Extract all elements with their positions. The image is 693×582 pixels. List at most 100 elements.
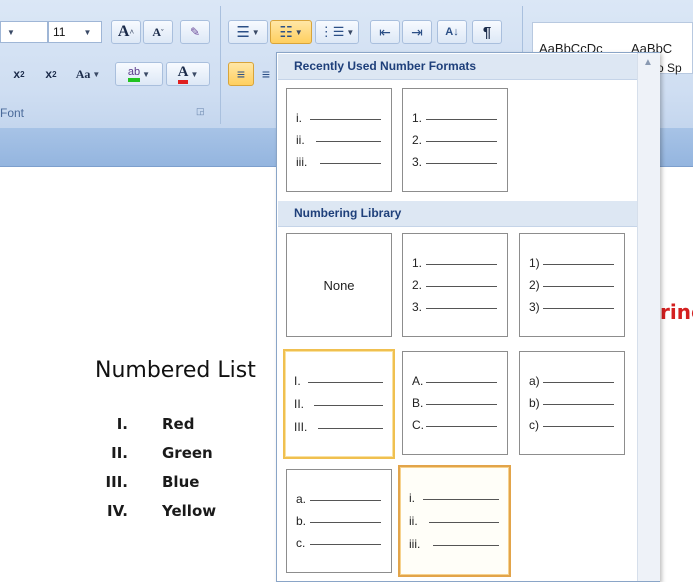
format-marker: B. — [412, 396, 424, 410]
format-preview-line: c. — [296, 536, 381, 552]
format-marker: 2. — [412, 278, 423, 292]
decrease-indent-button[interactable]: ⇤ — [370, 20, 400, 44]
format-marker: 1. — [412, 256, 423, 270]
partial-red-heading: ring — [660, 300, 693, 324]
format-rule — [308, 382, 383, 383]
shrink-font-button[interactable]: Aˇ — [143, 20, 173, 44]
format-marker: 2. — [412, 133, 423, 147]
format-rule — [426, 163, 497, 164]
format-rule — [543, 382, 614, 383]
number-format-tile-alpha-lower-paren[interactable]: a) b) c) — [519, 351, 625, 455]
format-preview-line: A. — [412, 374, 497, 390]
text-highlight-button[interactable]: ab ▼ — [115, 62, 163, 86]
format-preview-line: 1. — [412, 111, 497, 127]
decrease-indent-icon: ⇤ — [379, 23, 391, 40]
format-marker: c) — [529, 418, 539, 432]
format-marker: 1. — [412, 111, 423, 125]
format-preview-line: i. — [296, 111, 381, 127]
dropdown-scrollbar[interactable]: ▲ — [637, 53, 660, 581]
format-rule — [543, 264, 614, 265]
bullets-button[interactable]: ☰ ▼ — [228, 20, 268, 44]
format-preview-line: iii. — [409, 537, 499, 553]
align-left-icon: ≡ — [236, 66, 246, 82]
format-marker: c. — [296, 536, 306, 550]
format-marker: a) — [529, 374, 540, 388]
list-number: III. — [105, 473, 128, 491]
grow-font-button[interactable]: A ^ — [111, 20, 141, 44]
format-rule — [310, 544, 381, 545]
increase-indent-button[interactable]: ⇥ — [402, 20, 432, 44]
format-preview-line: iii. — [296, 155, 381, 171]
format-preview-line: b. — [296, 514, 381, 530]
format-rule — [316, 141, 381, 142]
format-marker: a. — [296, 492, 307, 506]
bullets-icon: ☰ — [236, 24, 250, 41]
number-format-tile-roman-upper[interactable]: I. II. III. — [283, 349, 395, 459]
format-rule — [543, 426, 614, 427]
format-preview-line: b) — [529, 396, 614, 412]
list-number: I. — [116, 415, 128, 433]
align-center-icon: ≡ — [261, 66, 271, 82]
number-format-tile-recent-roman-lower[interactable]: i. ii. iii. — [286, 88, 392, 192]
format-preview-line: III. — [294, 420, 383, 436]
format-rule — [433, 545, 499, 546]
format-preview-line: 2. — [412, 133, 497, 149]
multilevel-list-button[interactable]: ⋮☰ ▼ — [315, 20, 359, 44]
align-left-button[interactable]: ≡ — [228, 62, 254, 86]
number-format-tile-arabic-period[interactable]: 1. 2. 3. — [402, 233, 508, 337]
number-format-tile-alpha-lower-period[interactable]: a. b. c. — [286, 469, 392, 573]
format-preview-line: I. — [294, 374, 383, 390]
font-color-button[interactable]: A ▼ — [166, 62, 210, 86]
format-marker: 1) — [529, 256, 540, 270]
format-rule — [310, 522, 381, 523]
numbering-button[interactable]: ☷ ▼ — [270, 20, 312, 44]
format-rule — [318, 428, 383, 429]
superscript-button[interactable]: x2 — [36, 62, 66, 86]
format-rule — [426, 404, 497, 405]
format-rule — [426, 286, 497, 287]
format-marker: iii. — [409, 537, 421, 551]
numbering-library-header: Numbering Library — [278, 201, 643, 227]
eraser-icon: ✎ — [189, 25, 201, 39]
format-preview-line: 3. — [412, 300, 497, 316]
format-marker: 3) — [529, 300, 540, 314]
format-preview-line: 2) — [529, 278, 614, 294]
align-center-button[interactable]: ≡ — [256, 62, 276, 86]
format-preview-line: a. — [296, 492, 381, 508]
number-format-tile-arabic-paren[interactable]: 1) 2) 3) — [519, 233, 625, 337]
number-format-tile-none[interactable]: None — [286, 233, 392, 337]
number-format-tile-roman-lower[interactable]: i. ii. iii. — [398, 465, 511, 577]
format-rule — [423, 499, 499, 500]
format-preview-line: i. — [409, 491, 499, 507]
list-text: Green — [162, 444, 213, 462]
number-format-tile-recent-arabic[interactable]: 1. 2. 3. — [402, 88, 508, 192]
subscript-button[interactable]: x2 — [2, 62, 36, 86]
format-marker: b. — [296, 514, 307, 528]
format-preview-line: ii. — [409, 514, 499, 530]
format-rule — [543, 308, 614, 309]
chevron-down-icon: ▼ — [7, 27, 15, 37]
format-rule — [320, 163, 381, 164]
show-hide-marks-button[interactable]: ¶ — [472, 20, 502, 44]
format-marker: 3. — [412, 300, 423, 314]
scroll-up-arrow-icon[interactable]: ▲ — [643, 57, 653, 68]
format-marker: i. — [409, 491, 415, 505]
font-name-dropdown[interactable]: ▼ — [0, 21, 48, 43]
sort-button[interactable]: A↓ — [437, 20, 467, 44]
format-marker: i. — [296, 111, 302, 125]
format-marker: ii. — [296, 133, 305, 147]
list-number: II. — [111, 444, 128, 462]
highlighter-icon: ab — [127, 66, 141, 82]
dialog-launcher-icon[interactable]: ◲ — [196, 106, 205, 117]
number-format-tile-alpha-upper[interactable]: A. B. C. — [402, 351, 508, 455]
format-marker: A. — [412, 374, 424, 388]
list-text: Red — [162, 415, 195, 433]
clear-formatting-button[interactable]: ✎ — [180, 20, 210, 44]
multilevel-list-icon: ⋮☰ — [319, 24, 345, 39]
format-preview-line: C. — [412, 418, 497, 434]
change-case-button[interactable]: Aa ▼ — [68, 62, 108, 86]
font-size-dropdown[interactable]: 11 ▼ — [48, 21, 102, 43]
format-rule — [426, 382, 497, 383]
format-preview-line: a) — [529, 374, 614, 390]
format-marker: I. — [294, 374, 301, 388]
